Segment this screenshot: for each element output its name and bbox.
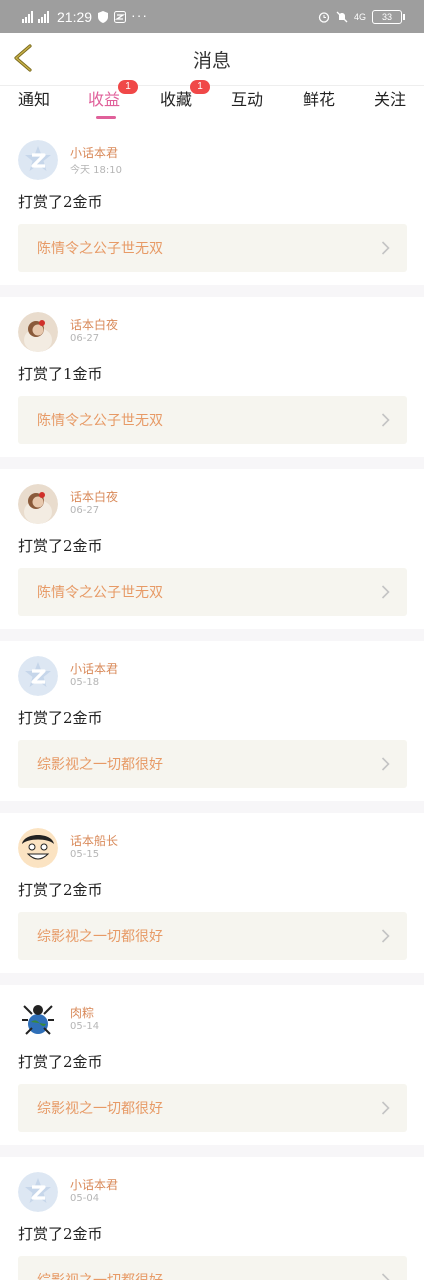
chevron-right-icon — [381, 1273, 390, 1280]
message-time: 05-15 — [70, 849, 100, 860]
book-card[interactable]: 陈情令之公子世无双 — [18, 568, 407, 616]
tab-earnings[interactable]: 收益 1 — [88, 80, 138, 126]
tab-label: 收益 — [88, 90, 121, 109]
app-notification-icon — [114, 11, 127, 23]
shield-icon — [98, 11, 109, 23]
avatar[interactable] — [18, 1172, 58, 1212]
avatar[interactable] — [18, 312, 58, 352]
chevron-right-icon — [381, 413, 390, 427]
mute-icon — [336, 11, 348, 23]
chevron-right-icon — [381, 241, 390, 255]
divider — [0, 973, 424, 985]
signal-icon-2 — [38, 11, 49, 23]
divider — [0, 801, 424, 813]
message-text: 打赏了2金币 — [18, 193, 103, 211]
tab-flowers[interactable]: 鲜花 — [303, 86, 335, 126]
status-bar: 21:29 ··· 4G 33 — [0, 0, 424, 33]
message-text: 打赏了2金币 — [18, 1225, 103, 1243]
tab-following[interactable]: 关注 — [374, 86, 406, 126]
signal-icon — [22, 11, 33, 23]
avatar[interactable] — [18, 140, 58, 180]
divider — [0, 285, 424, 297]
username[interactable]: 小话本君 — [70, 1176, 118, 1193]
avatar[interactable] — [18, 656, 58, 696]
book-title: 综影视之一切都很好 — [37, 757, 163, 773]
avatar[interactable] — [18, 828, 58, 868]
book-title: 陈情令之公子世无双 — [37, 585, 163, 601]
message-text: 打赏了2金币 — [18, 1053, 103, 1071]
tab-label: 关注 — [374, 90, 407, 109]
message-text: 打赏了2金币 — [18, 709, 103, 727]
book-title: 综影视之一切都很好 — [37, 1270, 163, 1280]
book-card[interactable]: 陈情令之公子世无双 — [18, 396, 407, 444]
username[interactable]: 话本船长 — [70, 832, 118, 849]
message-time: 05-14 — [70, 1021, 100, 1032]
book-title: 陈情令之公子世无双 — [37, 413, 163, 429]
book-card[interactable]: 综影视之一切都很好 — [18, 1084, 407, 1132]
message-item[interactable]: 小话本君 05-18 打赏了2金币 综影视之一切都很好 — [0, 641, 424, 801]
message-text: 打赏了2金币 — [18, 537, 103, 555]
book-card[interactable]: 陈情令之公子世无双 — [18, 224, 407, 272]
message-item[interactable]: 肉粽 05-14 打赏了2金币 综影视之一切都很好 — [0, 985, 424, 1145]
network-4g-icon: 4G — [353, 12, 366, 22]
book-title: 综影视之一切都很好 — [37, 1101, 163, 1117]
message-item[interactable]: 话本白夜 06-27 打赏了1金币 陈情令之公子世无双 — [0, 297, 424, 457]
username[interactable]: 小话本君 — [70, 660, 118, 677]
book-card[interactable]: 综影视之一切都很好 — [18, 1256, 407, 1280]
tab-badge: 1 — [118, 80, 138, 94]
book-card[interactable]: 综影视之一切都很好 — [18, 740, 407, 788]
active-tab-indicator — [96, 116, 116, 119]
battery-icon: 33 — [372, 10, 405, 24]
tab-bar: 通知 收益 1 收藏 1 互动 鲜花 关注 — [0, 80, 424, 126]
chevron-right-icon — [381, 585, 390, 599]
book-title: 陈情令之公子世无双 — [37, 241, 163, 257]
book-title: 综影视之一切都很好 — [37, 929, 163, 945]
chevron-right-icon — [381, 929, 390, 943]
message-time: 06-27 — [70, 505, 100, 516]
username[interactable]: 话本白夜 — [70, 488, 118, 505]
message-time: 06-27 — [70, 333, 100, 344]
tab-notifications[interactable]: 通知 — [18, 86, 50, 126]
message-item[interactable]: 小话本君 今天 18:10 打赏了2金币 陈情令之公子世无双 — [0, 125, 424, 285]
message-time: 05-18 — [70, 677, 100, 688]
clock: 21:29 — [57, 9, 93, 25]
message-item[interactable]: 话本白夜 06-27 打赏了2金币 陈情令之公子世无双 — [0, 469, 424, 629]
alarm-icon — [318, 12, 330, 23]
chevron-right-icon — [381, 757, 390, 771]
username[interactable]: 话本白夜 — [70, 316, 118, 333]
tab-interactions[interactable]: 互动 — [231, 86, 263, 126]
tab-label: 鲜花 — [303, 90, 336, 109]
avatar[interactable] — [18, 484, 58, 524]
username[interactable]: 小话本君 — [70, 144, 118, 161]
tab-badge: 1 — [190, 80, 210, 94]
tab-label: 通知 — [18, 90, 51, 109]
book-card[interactable]: 综影视之一切都很好 — [18, 912, 407, 960]
divider — [0, 457, 424, 469]
tab-favorites[interactable]: 收藏 1 — [160, 80, 210, 126]
username[interactable]: 肉粽 — [70, 1004, 94, 1021]
avatar[interactable] — [18, 1000, 58, 1040]
header: 消息 — [0, 33, 424, 85]
more-notifications-icon: ··· — [131, 7, 149, 23]
divider — [0, 1145, 424, 1157]
page-title: 消息 — [192, 50, 231, 72]
tab-label: 互动 — [231, 90, 264, 109]
message-item[interactable]: 话本船长 05-15 打赏了2金币 综影视之一切都很好 — [0, 813, 424, 973]
message-text: 打赏了1金币 — [18, 365, 103, 383]
message-time: 05-04 — [70, 1193, 100, 1204]
chevron-right-icon — [381, 1101, 390, 1115]
tab-label: 收藏 — [160, 90, 193, 109]
divider — [0, 629, 424, 641]
message-item[interactable]: 小话本君 05-04 打赏了2金币 综影视之一切都很好 — [0, 1157, 424, 1280]
message-time: 今天 18:10 — [70, 165, 122, 176]
message-text: 打赏了2金币 — [18, 881, 103, 899]
